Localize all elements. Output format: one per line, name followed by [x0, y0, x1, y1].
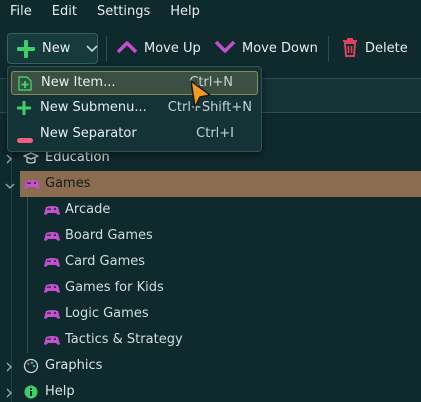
chevron-down-icon[interactable]	[5, 179, 15, 194]
trash-icon	[341, 37, 365, 61]
gamepad-icon	[43, 202, 61, 222]
plus-icon	[16, 39, 36, 63]
menu-help[interactable]: Help	[160, 0, 210, 24]
tree-item-label: Graphics	[45, 358, 103, 373]
move-down-button[interactable]: Move Down	[214, 33, 318, 64]
menu-item-label: New Submenu...	[40, 100, 147, 115]
menu-item-new-separator[interactable]: New Separator Ctrl+I	[11, 123, 258, 147]
tree-item-arcade[interactable]: Arcade	[0, 197, 421, 223]
cursor-icon	[188, 79, 214, 115]
menu-item-new-item[interactable]: New Item... Ctrl+N	[11, 71, 258, 95]
tree-item-board-games[interactable]: Board Games	[0, 223, 421, 249]
palette-icon	[23, 358, 39, 378]
tree-item-help[interactable]: Help	[0, 379, 421, 402]
menu-item-label: New Item...	[41, 75, 116, 90]
tree-item-label: Games for Kids	[65, 280, 164, 295]
menu-item-label: New Separator	[40, 126, 137, 141]
menu-item-shortcut: Ctrl+I	[196, 126, 234, 141]
gamepad-icon	[43, 228, 61, 248]
tree-item-label: Tactics & Strategy	[65, 332, 183, 347]
menu-bar: File Edit Settings Help	[0, 0, 421, 24]
tree-item-label: Logic Games	[65, 306, 149, 321]
new-dropdown-menu: New Item... Ctrl+N New Submenu... Ctrl+S…	[7, 66, 262, 152]
gamepad-icon	[43, 332, 61, 352]
chevron-right-icon[interactable]	[5, 153, 13, 168]
gamepad-icon	[43, 306, 61, 326]
menu-file[interactable]: File	[0, 0, 42, 24]
menu-settings[interactable]: Settings	[87, 0, 160, 24]
chevron-right-icon[interactable]	[5, 361, 13, 376]
chevron-down-icon	[86, 43, 98, 58]
gamepad-icon	[43, 280, 61, 300]
help-icon	[23, 384, 39, 402]
tree-item-card-games[interactable]: Card Games	[0, 249, 421, 275]
menu-edit[interactable]: Edit	[42, 0, 87, 24]
tree-item-graphics[interactable]: Graphics	[0, 353, 421, 379]
tree-item-logic-games[interactable]: Logic Games	[0, 301, 421, 327]
toolbar-separator	[328, 36, 329, 62]
gamepad-icon	[23, 176, 41, 196]
tree-item-label: Arcade	[65, 202, 111, 217]
separator-icon	[17, 132, 33, 147]
delete-button[interactable]: Delete	[341, 33, 408, 64]
tree-item-label: Games	[45, 176, 91, 191]
delete-label: Delete	[365, 41, 408, 56]
move-down-label: Move Down	[242, 41, 318, 56]
tree-item-label: Board Games	[65, 228, 153, 243]
tree-item-label: Card Games	[65, 254, 146, 269]
chevron-right-icon[interactable]	[5, 387, 13, 402]
new-button-label: New	[42, 41, 71, 56]
tree-item-tactics-strategy[interactable]: Tactics & Strategy	[0, 327, 421, 353]
new-button[interactable]: New	[7, 33, 98, 64]
tree-item-games[interactable]: Games	[0, 171, 421, 197]
arrow-down-icon	[214, 39, 242, 59]
move-up-button[interactable]: Move Up	[116, 33, 201, 64]
toolbar-separator	[106, 36, 107, 62]
education-icon	[22, 150, 40, 170]
tree-item-label: Help	[45, 384, 75, 399]
menu-item-new-submenu[interactable]: New Submenu... Ctrl+Shift+N	[11, 97, 258, 121]
tree-item-games-for-kids[interactable]: Games for Kids	[0, 275, 421, 301]
plus-icon	[17, 101, 31, 119]
gamepad-icon	[43, 254, 61, 274]
move-up-label: Move Up	[144, 41, 201, 56]
new-item-icon	[18, 76, 32, 95]
arrow-up-icon	[116, 39, 144, 59]
